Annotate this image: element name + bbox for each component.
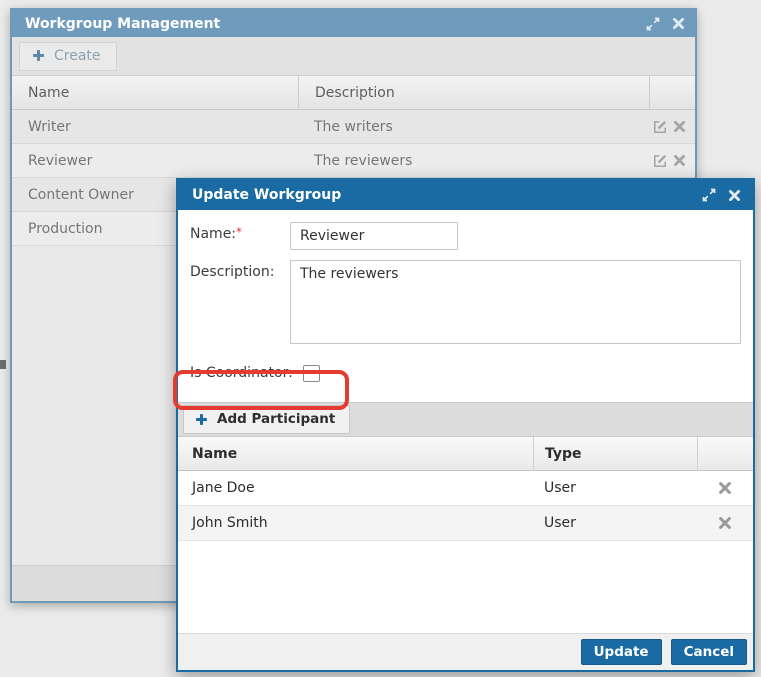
plus-icon xyxy=(32,49,45,62)
name-input[interactable] xyxy=(290,222,458,250)
is-coordinator-label: Is Coordinator: xyxy=(190,365,293,381)
workgroup-toolbar: Create xyxy=(12,37,695,76)
column-header-name[interactable]: Name xyxy=(12,85,298,101)
participant-type: User xyxy=(533,480,697,496)
participant-row[interactable]: John Smith User xyxy=(178,506,753,541)
edit-icon[interactable] xyxy=(652,153,668,169)
workgroup-name: Writer xyxy=(12,119,298,135)
column-header-name[interactable]: Name xyxy=(178,446,533,462)
close-icon[interactable] xyxy=(672,17,685,30)
create-button[interactable]: Create xyxy=(19,42,117,71)
workgroup-name: Reviewer xyxy=(12,153,298,169)
dialog-form: Name:* Description: The reviewers Is Coo… xyxy=(178,210,753,392)
participant-type: User xyxy=(533,515,697,531)
delete-icon[interactable] xyxy=(673,154,686,167)
description-textarea[interactable]: The reviewers xyxy=(290,260,741,344)
delete-icon[interactable] xyxy=(673,120,686,133)
description-label: Description: xyxy=(190,260,290,344)
maximize-icon[interactable] xyxy=(646,17,660,31)
table-row[interactable]: Reviewer The reviewers xyxy=(12,144,695,178)
workgroup-description: The writers xyxy=(298,119,649,135)
create-button-label: Create xyxy=(54,48,101,64)
background-panel-fragment xyxy=(0,360,6,369)
update-button[interactable]: Update xyxy=(581,639,662,665)
dialog-titlebar: Update Workgroup xyxy=(178,180,753,210)
table-row[interactable]: Writer The writers xyxy=(12,110,695,144)
coordinator-row: Is Coordinator: xyxy=(190,354,741,392)
participant-row[interactable]: Jane Doe User xyxy=(178,471,753,506)
participant-name: Jane Doe xyxy=(178,480,533,496)
column-header-actions xyxy=(697,437,753,471)
required-asterisk: * xyxy=(236,225,242,239)
dialog-footer: Update Cancel xyxy=(178,633,753,670)
description-field-row: Description: The reviewers xyxy=(190,260,741,344)
cancel-button[interactable]: Cancel xyxy=(671,639,747,665)
workgroup-window-title: Workgroup Management xyxy=(25,16,646,32)
add-participant-label: Add Participant xyxy=(217,411,335,427)
column-header-type[interactable]: Type xyxy=(533,437,697,471)
workgroup-window-titlebar: Workgroup Management xyxy=(12,10,695,37)
remove-participant-icon[interactable] xyxy=(718,516,732,530)
add-participant-button[interactable]: Add Participant xyxy=(183,405,350,434)
participants-empty-area xyxy=(178,541,753,633)
maximize-icon[interactable] xyxy=(702,188,716,202)
remove-participant-icon[interactable] xyxy=(718,481,732,495)
dialog-title: Update Workgroup xyxy=(192,187,702,203)
edit-icon[interactable] xyxy=(652,119,668,135)
update-workgroup-dialog: Update Workgroup Name:* Description: The… xyxy=(176,178,755,672)
is-coordinator-checkbox[interactable] xyxy=(303,365,320,382)
column-header-actions xyxy=(649,76,695,110)
participants-table-header: Name Type xyxy=(178,437,753,471)
workgroup-table-header: Name Description xyxy=(12,76,695,110)
workgroup-description: The reviewers xyxy=(298,153,649,169)
name-label: Name:* xyxy=(190,222,290,250)
participant-name: John Smith xyxy=(178,515,533,531)
plus-icon xyxy=(195,413,208,426)
participants-toolbar: Add Participant xyxy=(178,402,753,437)
column-header-description[interactable]: Description xyxy=(298,76,649,110)
name-field-row: Name:* xyxy=(190,222,741,250)
desktop-background: Workgroup Management Create Name Descrip… xyxy=(0,0,761,677)
close-icon[interactable] xyxy=(728,189,741,202)
